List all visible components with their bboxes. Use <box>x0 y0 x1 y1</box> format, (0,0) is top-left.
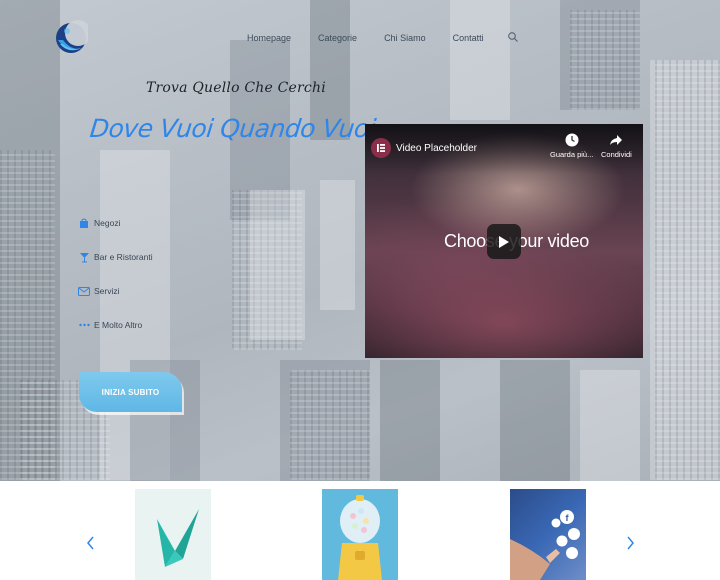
watch-later-label: Guarda più... <box>550 150 594 159</box>
play-icon <box>499 235 509 248</box>
ellipsis-icon <box>77 319 91 331</box>
background-windows <box>655 60 720 480</box>
watch-later-button[interactable]: Guarda più... <box>550 133 593 159</box>
carousel-card[interactable] <box>322 489 398 580</box>
feature-list: Negozi Bar e Ristoranti Servizi E Molto … <box>77 213 153 349</box>
feature-item-bar: Bar e Ristoranti <box>77 247 153 267</box>
feature-item-negozi: Negozi <box>77 213 153 233</box>
main-nav: Homepage Categorie Chi Siamo Contatti <box>247 31 519 43</box>
background-building <box>320 180 355 310</box>
moon-logo-icon <box>56 20 91 53</box>
background-building <box>380 360 440 481</box>
background-windows <box>570 10 640 110</box>
background-windows <box>290 370 370 480</box>
site-logo[interactable] <box>54 18 91 56</box>
nav-item-homepage[interactable]: Homepage <box>247 33 291 43</box>
background-building <box>250 190 305 340</box>
gumball-machine-image <box>338 495 382 580</box>
video-player[interactable]: Video Placeholder Guarda più... Condivid… <box>365 124 643 358</box>
carousel-card[interactable]: f <box>510 489 586 580</box>
hero-headline: Dove Vuoi Quando Vuoi <box>88 114 377 143</box>
chevron-right-icon[interactable] <box>624 535 636 551</box>
share-arrow-icon <box>610 135 623 145</box>
clock-icon <box>565 133 579 147</box>
carousel-card[interactable] <box>135 489 211 580</box>
play-button[interactable] <box>487 224 521 259</box>
chevron-left-icon[interactable] <box>85 535 97 551</box>
cocktail-icon <box>77 251 91 263</box>
feature-label: E Molto Altro <box>94 320 143 330</box>
nav-item-categorie[interactable]: Categorie <box>318 33 357 43</box>
background-building <box>580 370 640 481</box>
social-media-image: f <box>510 510 580 580</box>
shopping-bag-icon <box>77 217 91 229</box>
inizia-subito-button[interactable]: INIZIA SUBITO <box>79 372 182 412</box>
elementor-logo-icon <box>377 144 385 152</box>
background-building <box>500 360 570 481</box>
share-label: Condividi <box>601 150 632 159</box>
nav-item-chi-siamo[interactable]: Chi Siamo <box>384 33 426 43</box>
hero-tagline: Trova Quello Che Cerchi <box>146 80 326 96</box>
nav-item-contatti[interactable]: Contatti <box>453 33 484 43</box>
search-icon[interactable] <box>507 31 519 43</box>
feature-label: Negozi <box>94 218 121 228</box>
envelope-icon <box>77 285 91 297</box>
video-title[interactable]: Video Placeholder <box>396 143 477 154</box>
feature-item-altro: E Molto Altro <box>77 315 153 335</box>
feature-item-servizi: Servizi <box>77 281 153 301</box>
origami-image <box>157 509 199 567</box>
feature-label: Bar e Ristoranti <box>94 252 153 262</box>
background-building <box>450 0 510 120</box>
category-carousel: f <box>0 481 720 580</box>
feature-label: Servizi <box>94 286 120 296</box>
channel-avatar[interactable] <box>371 138 391 158</box>
hero-section: Homepage Categorie Chi Siamo Contatti Tr… <box>0 0 720 481</box>
share-button[interactable]: Condividi <box>601 133 632 159</box>
